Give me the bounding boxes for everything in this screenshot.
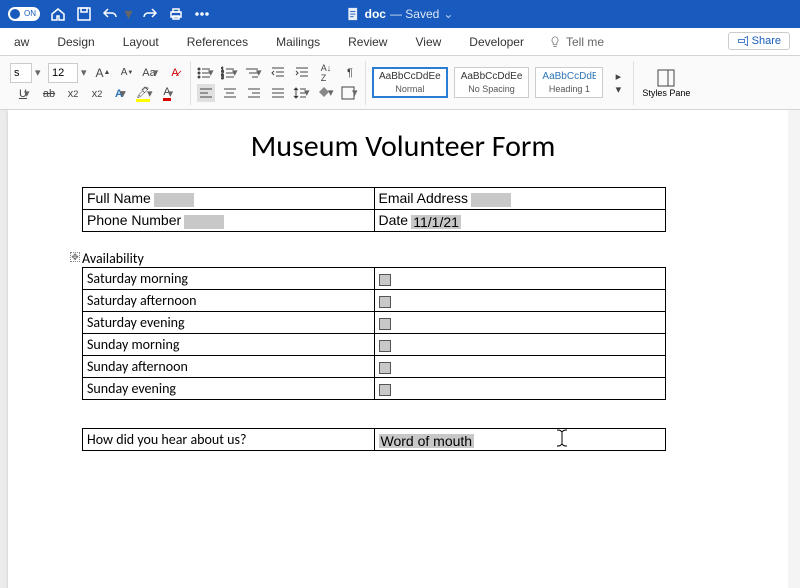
tab-developer[interactable]: Developer [455, 28, 538, 56]
email-field[interactable] [471, 193, 511, 207]
lightbulb-icon [548, 35, 562, 49]
undo-caret-icon[interactable]: ▾ [125, 6, 132, 22]
checkbox-sat-morning[interactable] [379, 274, 391, 286]
tab-draw-cut[interactable]: aw [0, 28, 43, 56]
hear-about-field[interactable]: Word of mouth [379, 434, 475, 448]
pilcrow-icon[interactable]: ¶ [341, 64, 359, 82]
tab-view[interactable]: View [401, 28, 455, 56]
undo-icon[interactable] [102, 6, 118, 22]
table-move-handle-icon[interactable]: ✥ [70, 252, 80, 262]
autosave-toggle[interactable]: ON [8, 7, 40, 21]
tell-me[interactable]: Tell me [538, 35, 614, 49]
tab-layout[interactable]: Layout [109, 28, 173, 56]
styles-pane-button[interactable]: Styles Pane [634, 68, 698, 98]
tab-mailings[interactable]: Mailings [262, 28, 334, 56]
svg-text:3: 3 [221, 75, 224, 80]
document-area[interactable]: Museum Volunteer Form Full Name Email Ad… [0, 110, 800, 588]
date-field[interactable]: 11/1/21 [411, 215, 461, 229]
strike-icon[interactable]: ab [40, 85, 58, 103]
styles-pane-icon [656, 68, 676, 88]
increase-font-icon[interactable]: A▲ [94, 64, 112, 82]
tab-review[interactable]: Review [334, 28, 401, 56]
outdent-icon[interactable] [269, 64, 287, 82]
font-size-input[interactable] [48, 63, 78, 83]
align-left-icon[interactable] [197, 84, 215, 102]
font-name-caret-icon[interactable]: ▾ [35, 66, 42, 79]
font-color-icon[interactable]: A▾ [160, 85, 178, 103]
redo-icon[interactable] [142, 6, 158, 22]
line-spacing-icon[interactable]: ▾ [293, 84, 311, 102]
highlight-icon[interactable]: 🖊▾ [136, 85, 154, 103]
underline-icon[interactable]: U▾ [16, 85, 34, 103]
change-case-icon[interactable]: Aa▾ [142, 64, 160, 82]
style-no-spacing[interactable]: AaBbCcDdEe No Spacing [454, 67, 530, 98]
vertical-scrollbar[interactable] [788, 110, 800, 588]
borders-icon[interactable]: ▾ [341, 84, 359, 102]
document-title[interactable]: doc — Saved ⌄ [347, 7, 454, 21]
full-name-field[interactable] [154, 193, 194, 207]
style-heading-1[interactable]: AaBbCcDdEe Heading 1 [535, 67, 603, 98]
home-icon[interactable] [50, 6, 66, 22]
availability-heading[interactable]: Availability [82, 250, 730, 267]
checkbox-sun-evening[interactable] [379, 384, 391, 396]
font-name-input[interactable] [10, 63, 32, 83]
hear-about-table[interactable]: How did you hear about us? Word of mouth [82, 428, 666, 451]
text-effects-icon[interactable]: A▾ [112, 85, 130, 103]
styles-gallery-caret-icon[interactable]: ▸▾ [609, 74, 627, 92]
share-button[interactable]: Share [728, 32, 790, 50]
availability-table[interactable]: Saturday morning Saturday afternoon Satu… [82, 267, 666, 400]
print-icon[interactable] [168, 6, 184, 22]
phone-field[interactable] [184, 215, 224, 229]
tab-references[interactable]: References [173, 28, 262, 56]
clear-format-icon[interactable]: A̷ [166, 64, 184, 82]
indent-icon[interactable] [293, 64, 311, 82]
bullets-icon[interactable]: ▾ [197, 64, 215, 82]
document-page[interactable]: Museum Volunteer Form Full Name Email Ad… [8, 110, 790, 588]
page-title[interactable]: Museum Volunteer Form [76, 128, 730, 165]
align-center-icon[interactable] [221, 84, 239, 102]
sort-icon[interactable]: A↓Z [317, 64, 335, 82]
decrease-font-icon[interactable]: A▼ [118, 64, 136, 82]
word-doc-icon [347, 7, 361, 21]
justify-icon[interactable] [269, 84, 287, 102]
contact-table[interactable]: Full Name Email Address Phone Number Dat… [82, 187, 666, 232]
numbering-icon[interactable]: 123▾ [221, 64, 239, 82]
superscript-icon[interactable]: x2 [88, 85, 106, 103]
font-size-caret-icon[interactable]: ▾ [81, 66, 88, 79]
multilevel-icon[interactable]: ▾ [245, 64, 263, 82]
more-icon[interactable] [194, 6, 210, 22]
subscript-icon[interactable]: x2 [64, 85, 82, 103]
tab-design[interactable]: Design [43, 28, 108, 56]
style-normal[interactable]: AaBbCcDdEe Normal [372, 67, 448, 98]
checkbox-sun-morning[interactable] [379, 340, 391, 352]
checkbox-sat-afternoon[interactable] [379, 296, 391, 308]
checkbox-sun-afternoon[interactable] [379, 362, 391, 374]
share-icon [737, 35, 749, 47]
shading-icon[interactable]: ▾ [317, 84, 335, 102]
save-icon[interactable] [76, 6, 92, 22]
checkbox-sat-evening[interactable] [379, 318, 391, 330]
align-right-icon[interactable] [245, 84, 263, 102]
